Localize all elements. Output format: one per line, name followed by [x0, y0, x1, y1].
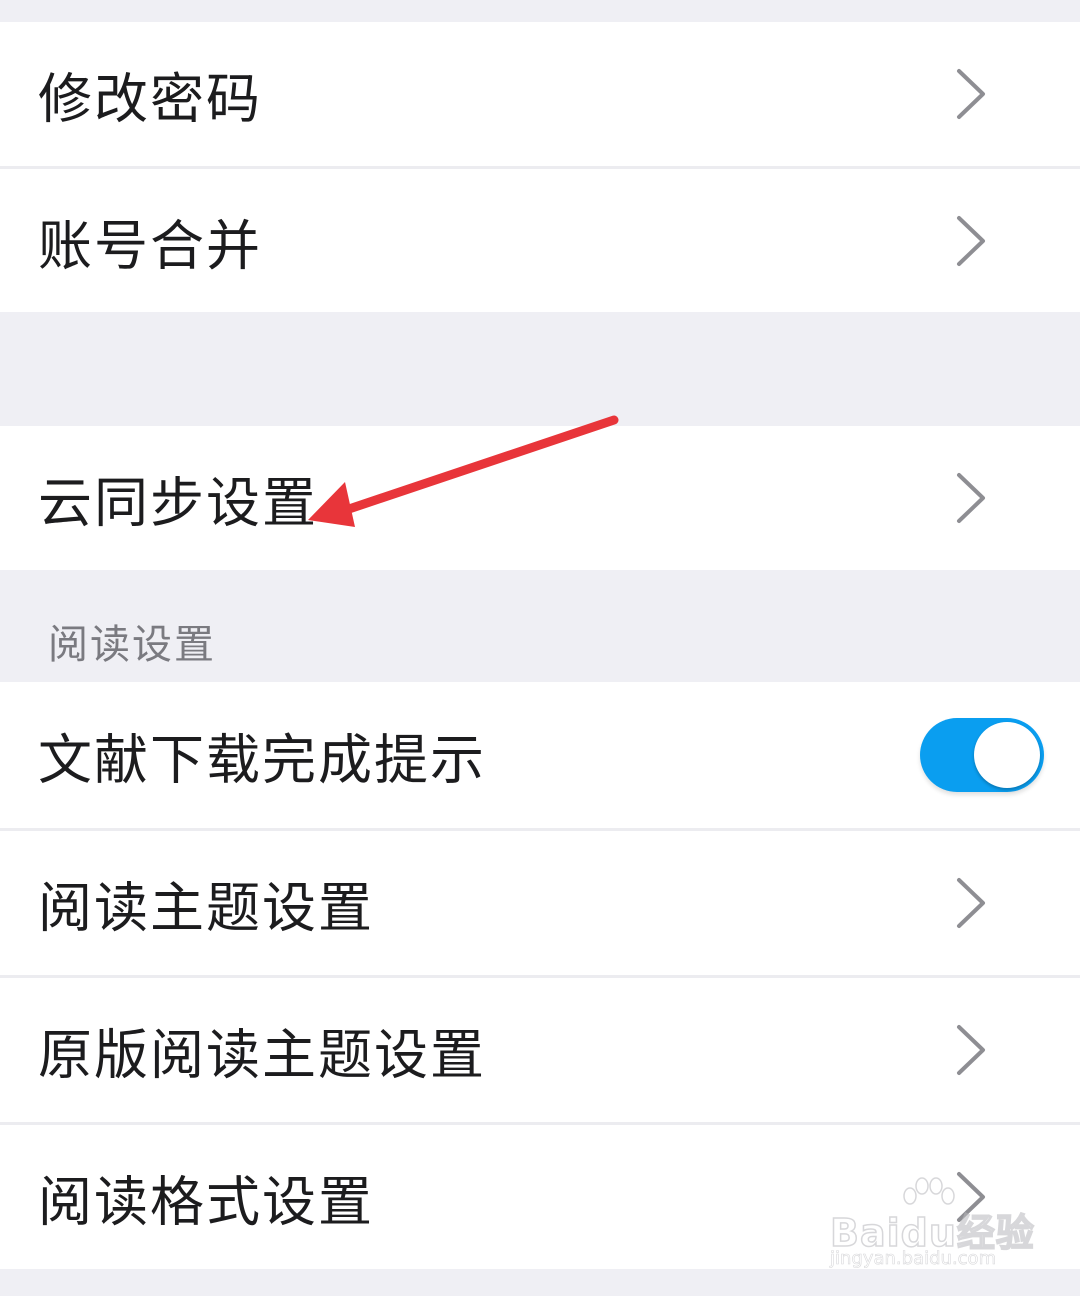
settings-item-change-password[interactable]: 修改密码 [0, 22, 1080, 166]
settings-item-label: 原版阅读主题设置 [38, 1023, 486, 1087]
settings-item-download-notify: 文献下载完成提示 [0, 682, 1080, 828]
settings-item-label: 阅读主题设置 [38, 876, 374, 940]
chevron-right-icon [954, 1024, 988, 1076]
chevron-right-icon [954, 472, 988, 524]
baidu-jingyan-watermark: Baidu经验 jingyan.baidu.com [828, 1177, 1035, 1280]
settings-item-original-reading-theme[interactable]: 原版阅读主题设置 [0, 978, 1080, 1122]
section-title-reading: 阅读设置 [48, 622, 216, 668]
toggle-knob [974, 722, 1040, 788]
settings-item-account-merge[interactable]: 账号合并 [0, 169, 1080, 312]
chevron-right-icon [954, 68, 988, 120]
download-notify-toggle[interactable] [920, 718, 1044, 792]
settings-item-cloud-sync[interactable]: 云同步设置 [0, 426, 1080, 570]
settings-item-reading-theme[interactable]: 阅读主题设置 [0, 831, 1080, 975]
settings-item-label: 云同步设置 [38, 471, 318, 535]
settings-item-label: 文献下载完成提示 [38, 728, 486, 792]
settings-screen: 修改密码 账号合并 云同步设置 阅读设置 文献下载完成提示 阅读主题设置 原版阅… [0, 0, 1080, 1296]
settings-item-label: 修改密码 [38, 67, 262, 131]
settings-item-label: 阅读格式设置 [38, 1170, 374, 1234]
settings-item-label: 账号合并 [38, 214, 262, 277]
chevron-right-icon [954, 215, 988, 267]
watermark-url: jingyan.baidu.com [830, 1248, 997, 1270]
chevron-right-icon [954, 877, 988, 929]
